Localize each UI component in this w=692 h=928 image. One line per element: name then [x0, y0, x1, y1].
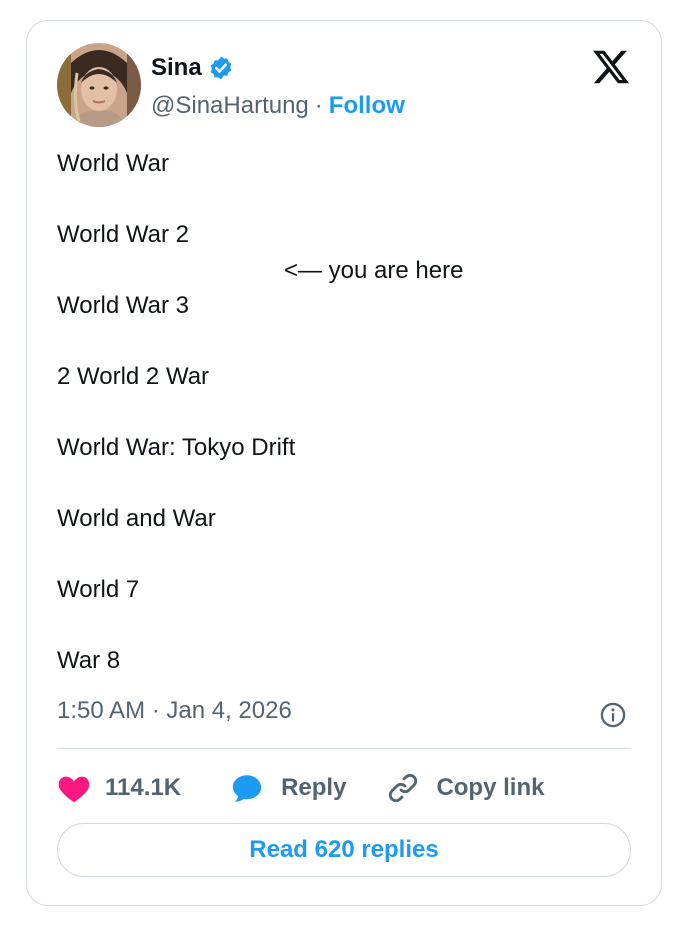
tweet-card: Sina @SinaHartung · Follow World War Wor… — [26, 20, 662, 906]
tweet-line: World War 2 — [57, 221, 190, 248]
read-replies-button[interactable]: Read 620 replies — [57, 823, 631, 877]
reply-button[interactable]: Reply — [229, 771, 346, 805]
author-handle-row: @SinaHartung · Follow — [151, 89, 405, 123]
tweet-line: 2 World 2 War — [57, 363, 210, 390]
author-handle[interactable]: @SinaHartung — [151, 92, 309, 120]
like-button[interactable]: 114.1K — [57, 772, 181, 804]
info-icon[interactable] — [599, 701, 627, 729]
author-name[interactable]: Sina — [151, 54, 202, 82]
author-name-row: Sina — [151, 51, 234, 85]
reply-label: Reply — [281, 774, 347, 801]
link-icon — [389, 773, 418, 803]
tweet-line: World War 3 — [57, 292, 190, 319]
action-bar: 114.1K Reply Copy link — [57, 766, 544, 810]
tweet-line: World War — [57, 150, 170, 177]
copy-link-label: Copy link — [436, 774, 545, 801]
copy-link-button[interactable]: Copy link — [386, 771, 544, 805]
divider — [57, 748, 631, 749]
tweet-line: World and War — [57, 505, 216, 532]
heart-icon — [58, 776, 90, 803]
avatar-image — [57, 43, 141, 127]
tweet-line: World War: Tokyo Drift — [57, 434, 296, 461]
x-logo-icon[interactable] — [591, 47, 631, 87]
follow-button[interactable]: Follow — [329, 92, 405, 120]
tweet-line: <— you are here — [284, 257, 464, 284]
like-count: 114.1K — [105, 774, 182, 801]
avatar[interactable] — [57, 43, 141, 127]
reply-bubble-icon — [232, 775, 262, 802]
tweet-line: War 8 — [57, 647, 121, 674]
tweet-line: World 7 — [57, 576, 140, 603]
tweet-timestamp[interactable]: 1:50 AM · Jan 4, 2026 — [57, 697, 292, 725]
separator-dot: · — [314, 92, 323, 119]
verified-badge-icon — [208, 55, 234, 81]
